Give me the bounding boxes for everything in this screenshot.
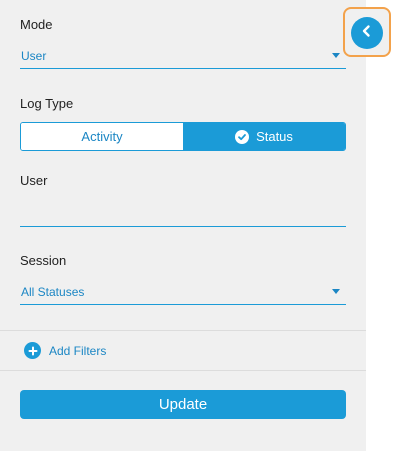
chevron-left-icon xyxy=(360,24,374,43)
content-area-edge xyxy=(366,0,393,451)
add-filters-label: Add Filters xyxy=(49,343,107,358)
session-select-value: All Statuses xyxy=(21,284,85,299)
log-type-status-button[interactable]: Status xyxy=(183,123,345,150)
log-type-toggle: Activity Status xyxy=(20,122,346,151)
add-filters-button[interactable]: Add Filters xyxy=(24,342,106,359)
plus-circle-icon xyxy=(24,342,41,359)
session-label: Session xyxy=(20,253,67,268)
log-type-activity-label: Activity xyxy=(81,129,123,144)
user-input[interactable] xyxy=(20,200,346,227)
user-label: User xyxy=(20,173,48,188)
divider xyxy=(0,370,366,371)
mode-select[interactable]: User xyxy=(20,43,346,69)
caret-down-icon xyxy=(332,53,340,58)
session-select[interactable]: All Statuses xyxy=(20,279,346,305)
mode-select-value: User xyxy=(21,48,47,63)
collapse-panel-button[interactable] xyxy=(351,17,383,49)
check-circle-icon xyxy=(235,129,250,144)
collapse-highlight xyxy=(343,7,391,57)
log-type-status-label: Status xyxy=(256,129,293,144)
caret-down-icon xyxy=(332,289,340,294)
mode-label: Mode xyxy=(20,17,53,32)
update-button[interactable]: Update xyxy=(20,390,346,419)
log-type-label: Log Type xyxy=(20,96,74,111)
divider xyxy=(0,330,366,331)
log-type-activity-button[interactable]: Activity xyxy=(21,123,183,150)
filter-panel: Mode User Log Type Activity Status User … xyxy=(0,0,366,451)
